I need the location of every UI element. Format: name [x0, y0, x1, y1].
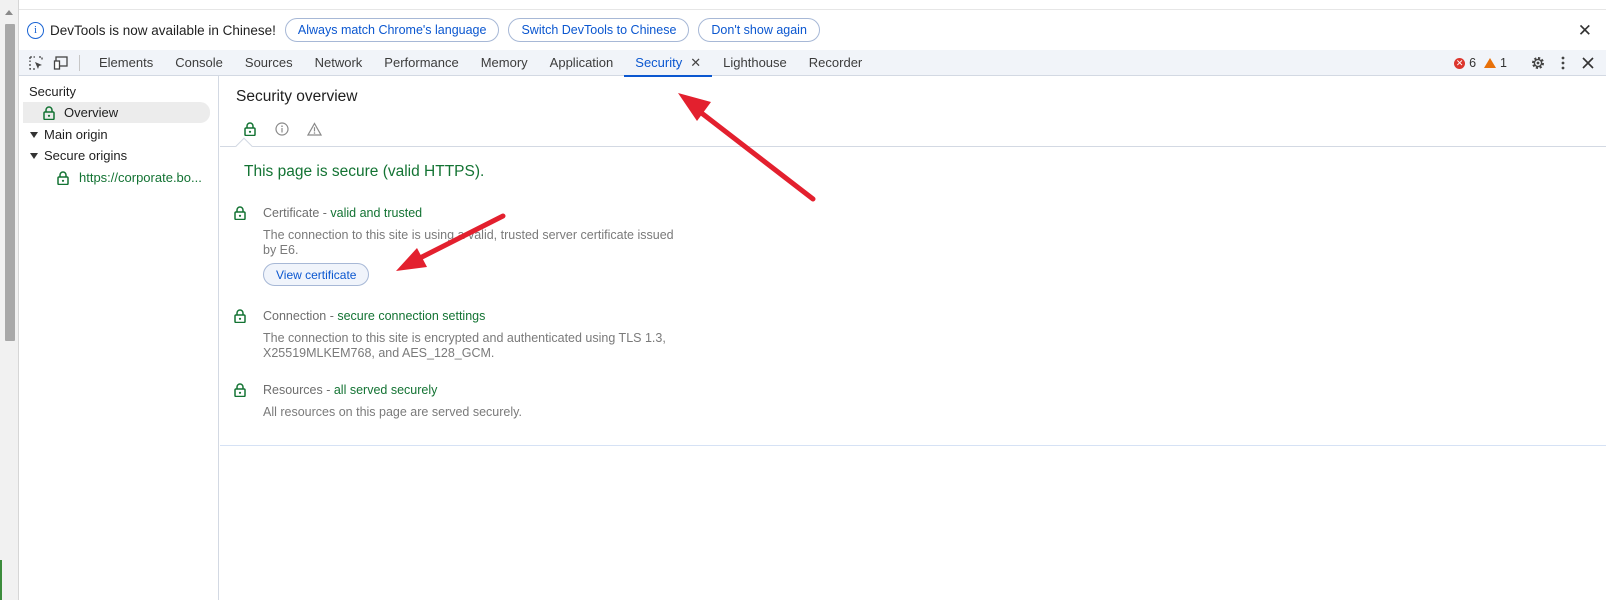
connection-description: The connection to this site is encrypted… — [263, 331, 666, 360]
overview-subtabs — [234, 116, 330, 142]
origin-url: https://corporate.bo... — [79, 170, 202, 185]
resources-label: Resources — [263, 383, 323, 397]
tab-memory[interactable]: Memory — [470, 50, 539, 76]
toolbar-right: ✕ 6 1 — [1454, 50, 1606, 76]
page-scrollbar[interactable] — [0, 0, 19, 600]
subtab-divider — [220, 146, 1606, 147]
separator: - — [319, 206, 331, 220]
error-icon: ✕ — [1454, 57, 1466, 69]
view-certificate-button[interactable]: View certificate — [263, 263, 370, 286]
content-divider — [220, 445, 1606, 446]
tab-console[interactable]: Console — [164, 50, 234, 76]
certificate-label: Certificate — [263, 206, 320, 220]
subtab-secure[interactable] — [234, 116, 266, 142]
more-options-icon[interactable] — [1550, 50, 1575, 76]
top-edge — [0, 0, 1606, 10]
security-sidebar: Security Overview Main origin Secure ori… — [19, 76, 219, 600]
tab-performance[interactable]: Performance — [373, 50, 469, 76]
tab-sources[interactable]: Sources — [234, 50, 304, 76]
sidebar-item-overview-label: Overview — [64, 105, 119, 120]
tab-security-label: Security — [635, 55, 683, 70]
warning-triangle-icon — [306, 122, 322, 136]
certificate-status: valid and trusted — [330, 206, 423, 220]
expand-caret-icon[interactable] — [30, 152, 38, 159]
resources-status: all served securely — [333, 383, 438, 397]
resources-title: Resources - all served securely — [263, 383, 437, 397]
tab-close-icon[interactable]: ✕ — [690, 55, 701, 71]
lock-icon — [234, 309, 246, 323]
lock-icon — [234, 383, 246, 397]
security-main-panel: Security overview This page is secure (v… — [220, 76, 1606, 600]
scrollbar-thumb[interactable] — [5, 24, 15, 341]
connection-status: secure connection settings — [337, 309, 486, 323]
scroll-up-arrow-icon[interactable] — [5, 10, 13, 15]
separator: - — [326, 309, 338, 323]
expand-caret-icon[interactable] — [30, 131, 38, 138]
sidebar-item-secure-origins-label: Secure origins — [44, 148, 128, 163]
lock-icon — [234, 206, 246, 220]
certificate-title: Certificate - valid and trusted — [263, 206, 422, 220]
subtab-info[interactable] — [266, 116, 298, 142]
inspect-element-icon[interactable] — [23, 50, 48, 76]
language-infobar: i DevTools is now available in Chinese! … — [19, 10, 1606, 50]
toolbar-divider — [79, 54, 80, 71]
infobar-message: DevTools is now available in Chinese! — [50, 22, 276, 38]
tab-application[interactable]: Application — [539, 50, 625, 76]
device-toolbar-icon[interactable] — [48, 50, 73, 76]
tab-security[interactable]: Security ✕ — [624, 50, 713, 77]
close-devtools-icon[interactable] — [1575, 50, 1600, 76]
lock-icon — [43, 105, 55, 120]
separator: - — [322, 383, 334, 397]
tab-elements[interactable]: Elements — [88, 50, 164, 76]
lock-icon — [244, 122, 256, 136]
warning-count-badge[interactable]: 1 — [1484, 56, 1507, 70]
connection-title: Connection - secure connection settings — [263, 309, 485, 323]
devtools-window: i DevTools is now available in Chinese! … — [0, 0, 1606, 600]
page-title: Security overview — [236, 88, 358, 105]
sidebar-item-main-origin-label: Main origin — [44, 127, 108, 142]
switch-to-chinese-button[interactable]: Switch DevTools to Chinese — [508, 18, 690, 42]
devtools-toolbar: Elements Console Sources Network Perform… — [19, 50, 1606, 77]
error-count: 6 — [1469, 56, 1477, 70]
error-count-badge[interactable]: ✕ 6 — [1454, 56, 1476, 70]
sidebar-item-origin[interactable]: https://corporate.bo... — [57, 167, 202, 188]
resources-description: All resources on this page are served se… — [263, 405, 522, 419]
secure-heading: This page is secure (valid HTTPS). — [244, 163, 485, 180]
sidebar-item-secure-origins[interactable]: Secure origins — [30, 145, 127, 166]
warning-count: 1 — [1500, 56, 1507, 70]
settings-gear-icon[interactable] — [1525, 50, 1550, 76]
sidebar-item-main-origin[interactable]: Main origin — [30, 124, 108, 145]
info-icon: i — [27, 21, 44, 39]
gutter-accent — [0, 560, 2, 600]
subtab-warning[interactable] — [298, 116, 330, 142]
sidebar-section-security: Security — [29, 84, 76, 99]
tab-network[interactable]: Network — [304, 50, 374, 76]
warning-icon — [1484, 58, 1497, 68]
infobar-close-icon[interactable]: ✕ — [1578, 21, 1592, 41]
dont-show-again-button[interactable]: Don't show again — [698, 18, 820, 42]
sidebar-item-overview[interactable]: Overview — [23, 102, 210, 123]
tab-recorder[interactable]: Recorder — [798, 50, 873, 76]
tab-lighthouse[interactable]: Lighthouse — [712, 50, 798, 76]
certificate-description: The connection to this site is using a v… — [263, 228, 674, 257]
connection-label: Connection — [263, 309, 327, 323]
always-match-language-button[interactable]: Always match Chrome's language — [284, 18, 500, 42]
info-circle-icon — [275, 122, 289, 136]
lock-icon — [57, 170, 69, 185]
